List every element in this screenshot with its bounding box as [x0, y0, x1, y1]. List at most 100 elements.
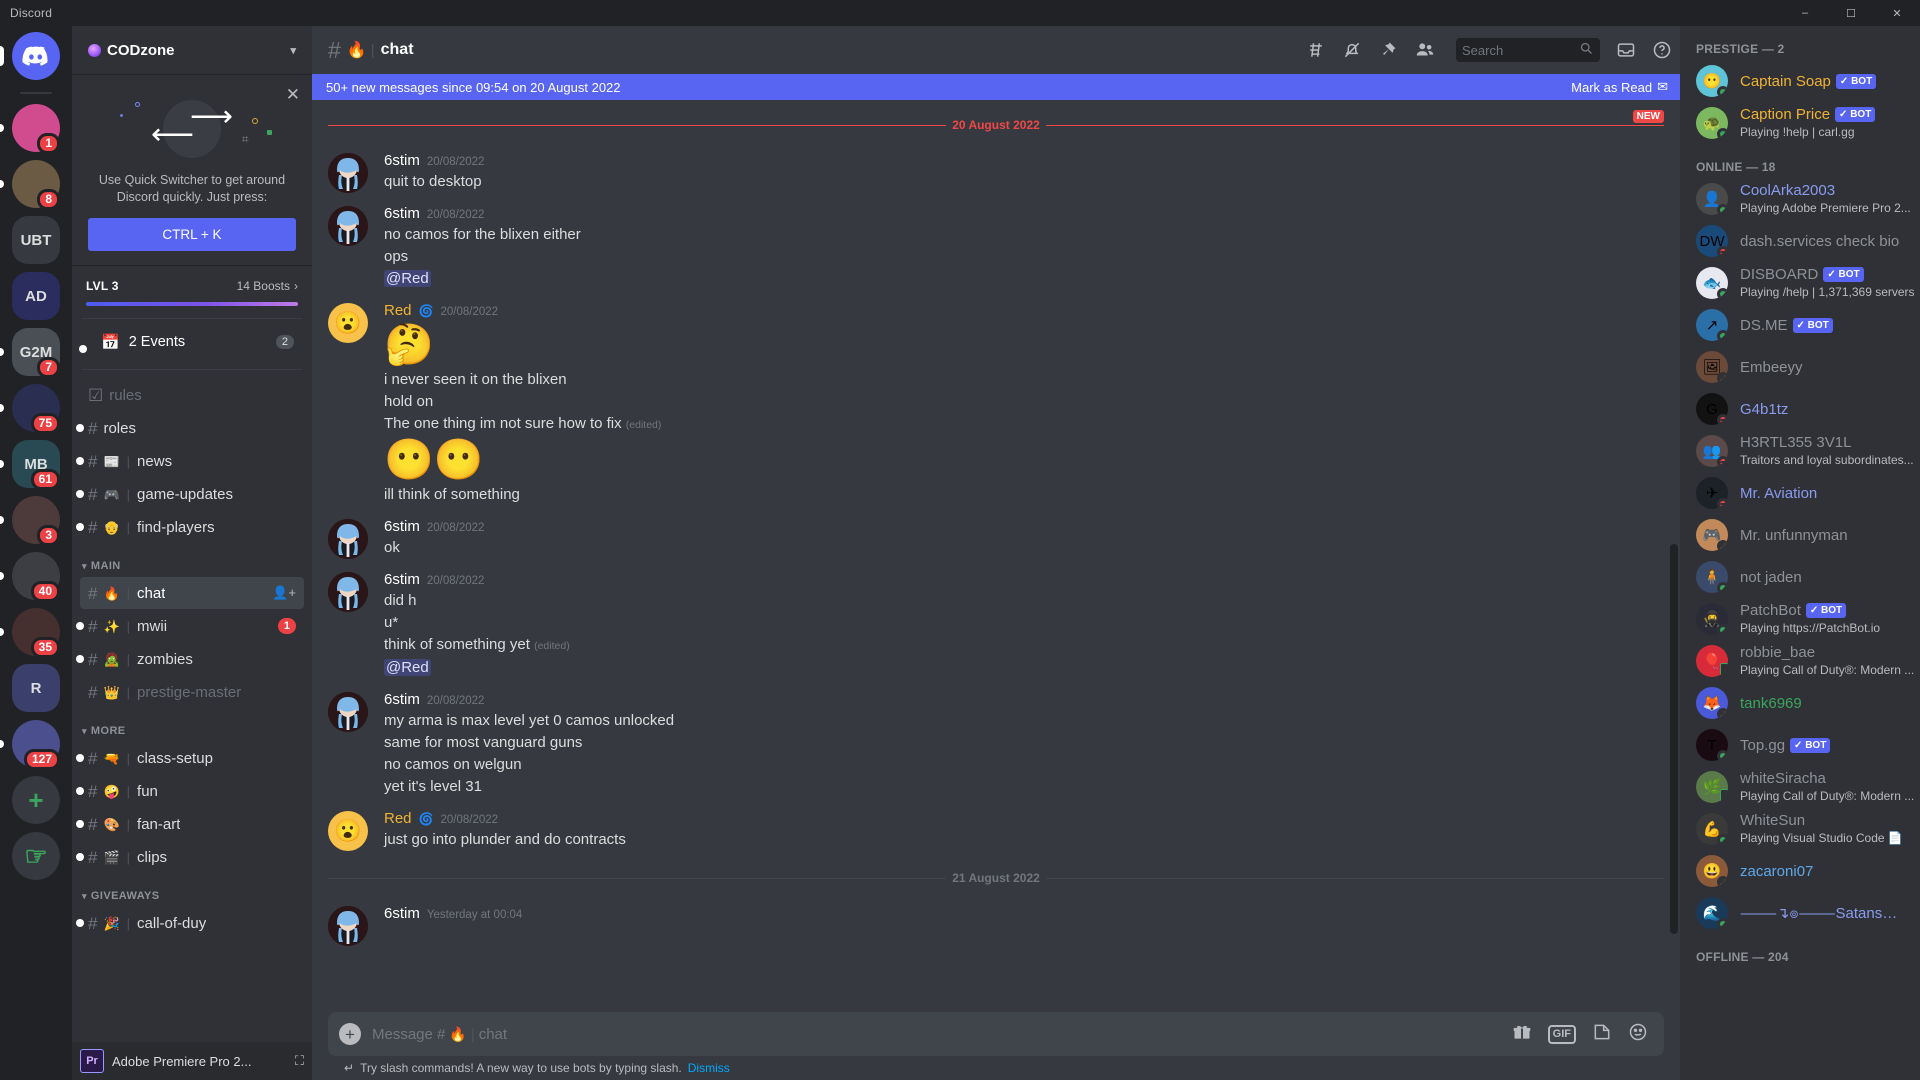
message-author[interactable]: 6stim [384, 518, 420, 535]
server-icon-home[interactable] [0, 32, 72, 80]
sidebar-item-game-updates[interactable]: # 🎮 | game-updates [76, 478, 304, 510]
avatar[interactable]: 👤 [1696, 183, 1728, 215]
server-icon-guild-ubt[interactable]: UBT [0, 216, 72, 264]
sidebar-item-class-setup[interactable]: # 🔫 | class-setup [76, 742, 304, 774]
avatar[interactable]: 👥 [1696, 435, 1728, 467]
avatar[interactable]: 🌿 [1696, 771, 1728, 803]
member-h3rtl355-3v1l[interactable]: 👥 H3RTL355 3V1L Traitors and loyal subordi… [1688, 430, 1914, 472]
sidebar-item-news[interactable]: # 📰 | news [76, 445, 304, 477]
server-icon-guild-40[interactable]: 40 [0, 552, 72, 602]
message-author[interactable]: 6stim [384, 905, 420, 922]
sidebar-item-rules[interactable]: ☑ rules [80, 379, 304, 411]
avatar[interactable]: 😶 [1696, 65, 1728, 97]
add-member-icon[interactable]: 👤+ [272, 585, 296, 601]
member-list[interactable]: PRESTIGE — 2 😶 Captain Soap ✓ BOT 🐢 Caption P… [1680, 26, 1920, 1080]
mention[interactable]: @Red [384, 659, 431, 676]
message-author[interactable]: Red [384, 810, 412, 827]
member-patchbot[interactable]: 🥷 PatchBot ✓ BOT Playing https://PatchBot.i… [1688, 598, 1912, 640]
server-icon-guild-3[interactable]: 3 [0, 496, 72, 546]
sidebar-item-chat[interactable]: # 🔥 | chat 👤+ [80, 577, 304, 609]
members-icon[interactable] [1414, 39, 1436, 61]
server-icon-guild-g2m[interactable]: G2M 7 [0, 328, 72, 378]
avatar[interactable] [328, 519, 368, 559]
avatar[interactable]: T [1696, 729, 1728, 761]
minimize-button[interactable]: – [1782, 0, 1828, 26]
message[interactable]: 6stim 20/08/2022 ok [328, 508, 1680, 561]
member-top-gg[interactable]: T Top.gg ✓ BOT [1688, 724, 1912, 766]
message[interactable]: 😮 Red 🌀 20/08/2022 just go into plunder and … [328, 800, 1680, 853]
avatar[interactable]: G [1696, 393, 1728, 425]
avatar[interactable]: ✈ [1696, 477, 1728, 509]
message-author[interactable]: 6stim [384, 571, 420, 588]
avatar[interactable]: 🎈 [1696, 645, 1728, 677]
message-composer[interactable]: + Message # 🔥 | chat GIF [328, 1012, 1664, 1056]
channel-list[interactable]: ☑ rules # roles # 📰 | news # 🎮 | game-updates # 👴 | fin… [72, 378, 312, 1042]
member-disboard[interactable]: 🐟 DISBOARD ✓ BOT Playing /help | 1,371,369 … [1688, 262, 1915, 304]
quick-switcher-button[interactable]: CTRL + K [88, 218, 296, 251]
member-whitesiracha[interactable]: 🌿 whiteSiracha Playing Call of Duty®: Mode… [1688, 766, 1914, 808]
message[interactable]: 😮 Red 🌀 20/08/2022 🤔 i never seen it on the b… [328, 292, 1680, 508]
discord-home-icon[interactable] [12, 32, 60, 80]
message-list[interactable]: 20 August 2022 NEW 6stim 20/08/2022 quit to … [312, 74, 1680, 1012]
pin-icon[interactable] [1378, 40, 1398, 60]
sidebar-item-prestige-master[interactable]: # 👑 | prestige-master [80, 676, 304, 708]
category-main[interactable]: ▾ MAIN [72, 544, 312, 576]
dismiss-button[interactable]: Dismiss [688, 1061, 730, 1075]
sidebar-item-zombies[interactable]: # 🧟 | zombies [76, 643, 304, 675]
server-avatar[interactable]: R [12, 664, 60, 712]
member-robbie-bae[interactable]: 🎈 robbie_bae Playing Call of Duty®: Modern… [1688, 640, 1914, 682]
sidebar-item-call-of-duy[interactable]: # 🎉 | call-of-duy [76, 907, 304, 939]
gift-icon[interactable] [1512, 1022, 1532, 1047]
notification-off-icon[interactable] [1342, 40, 1362, 60]
avatar[interactable]: 🥷 [1696, 603, 1728, 635]
avatar[interactable] [328, 906, 368, 946]
member-captain-soap[interactable]: 😶 Captain Soap ✓ BOT [1688, 60, 1912, 102]
member-zacaroni07[interactable]: 😃 zacaroni07 [1688, 850, 1912, 892]
avatar[interactable]: 🌊 [1696, 897, 1728, 929]
server-icon-guild-ad[interactable]: AD [0, 272, 72, 320]
avatar[interactable]: 🧍 [1696, 561, 1728, 593]
server-icon-guild-75[interactable]: 75 [0, 384, 72, 434]
attach-button[interactable]: + [328, 1023, 372, 1045]
message[interactable]: 6stim 20/08/2022 no camos for the blixen e… [328, 195, 1680, 292]
server-avatar[interactable]: UBT [12, 216, 60, 264]
avatar[interactable]: 💪 [1696, 813, 1728, 845]
avatar[interactable]: 😮 [328, 303, 368, 343]
message[interactable]: 6stim 20/08/2022 did h u* think of something… [328, 561, 1680, 681]
member-mr-aviation[interactable]: ✈ Mr. Aviation [1688, 472, 1912, 514]
avatar[interactable]: 🐟 [1696, 267, 1728, 299]
category-giveaways[interactable]: ▾ GIVEAWAYS [72, 874, 312, 906]
member-g4b1tz[interactable]: G G4b1tz [1688, 388, 1912, 430]
server-avatar[interactable]: AD [12, 272, 60, 320]
sticker-icon[interactable] [1592, 1022, 1612, 1047]
server-icon-guild-r[interactable]: R [0, 664, 72, 712]
avatar[interactable]: 🖼 [1696, 351, 1728, 383]
search-input[interactable]: Search [1456, 38, 1600, 62]
avatar[interactable]: 🎮 [1696, 519, 1728, 551]
message-author[interactable]: 6stim [384, 691, 420, 708]
mark-as-read-button[interactable]: Mark as Read ✉ [1571, 79, 1668, 95]
mention[interactable]: @Red [384, 270, 431, 287]
server-header[interactable]: CODzone ▾ [72, 26, 312, 74]
member-embeeyy[interactable]: 🖼 Embeeyy [1688, 346, 1912, 388]
threads-icon[interactable] [1306, 40, 1326, 60]
avatar[interactable]: 🐢 [1696, 107, 1728, 139]
message[interactable]: 6stim 20/08/2022 quit to desktop [328, 142, 1680, 195]
member-coolarka2003[interactable]: 👤 CoolArka2003 Playing Adobe Premiere Pro … [1688, 178, 1912, 220]
server-boost-row[interactable]: LVL 3 14 Boosts › [72, 266, 312, 306]
message-author[interactable]: 6stim [384, 152, 420, 169]
server-rail[interactable]: 1 8 UBT AD G2M 7 75 MB 61 3 40 35 R 127 + ☞ [0, 26, 72, 1080]
sidebar-item-clips[interactable]: # 🎬 | clips [76, 841, 304, 873]
sidebar-item-fan-art[interactable]: # 🎨 | fan-art [76, 808, 304, 840]
inbox-icon[interactable] [1616, 40, 1636, 60]
message-author[interactable]: 6stim [384, 205, 420, 222]
sidebar-item-fun[interactable]: # 🤪 | fun [76, 775, 304, 807]
server-icon-guild-127[interactable]: 127 [0, 720, 72, 770]
server-icon-guild-sniper[interactable]: 8 [0, 160, 72, 210]
emoji-icon[interactable] [1628, 1022, 1648, 1047]
sidebar-item-find-players[interactable]: # 👴 | find-players [76, 511, 304, 543]
gif-icon[interactable]: GIF [1547, 1024, 1576, 1044]
avatar[interactable] [328, 692, 368, 732]
avatar[interactable] [328, 572, 368, 612]
sidebar-item-mwii[interactable]: # ✨ | mwii 1 [76, 610, 304, 642]
